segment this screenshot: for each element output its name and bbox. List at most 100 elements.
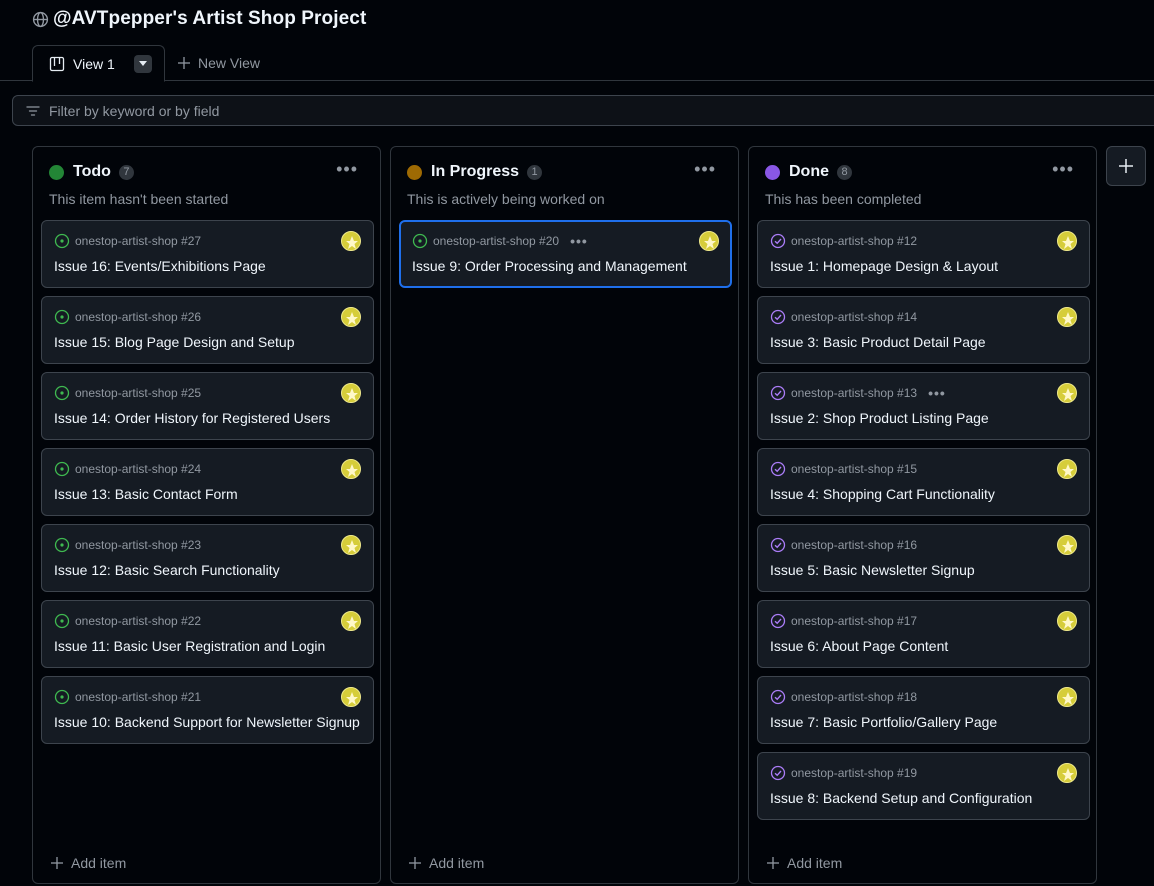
- card-title[interactable]: Issue 3: Basic Product Detail Page: [770, 334, 986, 350]
- card-title[interactable]: Issue 7: Basic Portfolio/Gallery Page: [770, 714, 997, 730]
- issue-card[interactable]: onestop-artist-shop #24 Issue 13: Basic …: [41, 448, 374, 516]
- assignee-avatar[interactable]: [1057, 231, 1077, 251]
- issue-card[interactable]: onestop-artist-shop #16 Issue 5: Basic N…: [757, 524, 1090, 592]
- view-options-button[interactable]: [133, 54, 152, 73]
- column-menu-icon[interactable]: •••: [336, 160, 358, 178]
- card-repo: onestop-artist-shop #21: [75, 690, 202, 704]
- assignee-avatar[interactable]: [1057, 459, 1077, 479]
- card-repo: onestop-artist-shop #12: [791, 234, 918, 248]
- issue-card[interactable]: onestop-artist-shop #15 Issue 4: Shoppin…: [757, 448, 1090, 516]
- tab-view-1[interactable]: View 1: [32, 45, 165, 82]
- card-title[interactable]: Issue 16: Events/Exhibitions Page: [54, 258, 266, 274]
- column-count-badge: 7: [118, 164, 134, 180]
- closed-issue-icon: [770, 765, 786, 781]
- open-issue-icon: [54, 233, 70, 249]
- issue-card[interactable]: onestop-artist-shop #14 Issue 3: Basic P…: [757, 296, 1090, 364]
- assignee-avatar[interactable]: [1057, 307, 1077, 327]
- add-item-label: Add item: [71, 855, 127, 871]
- column-header: In Progress 1 •••: [407, 160, 726, 183]
- add-item-button[interactable]: Add item: [409, 855, 484, 871]
- card-title[interactable]: Issue 5: Basic Newsletter Signup: [770, 562, 975, 578]
- assignee-avatar[interactable]: [1057, 687, 1077, 707]
- card-title[interactable]: Issue 6: About Page Content: [770, 638, 948, 654]
- column-menu-icon[interactable]: •••: [1052, 160, 1074, 178]
- card-repo: onestop-artist-shop #18: [791, 690, 918, 704]
- assignee-avatar[interactable]: [699, 231, 719, 251]
- new-view-button[interactable]: New View: [178, 55, 260, 71]
- assignee-avatar[interactable]: [341, 687, 361, 707]
- assignee-avatar[interactable]: [341, 231, 361, 251]
- page-title: @AVTpepper's Artist Shop Project: [53, 8, 367, 29]
- column-menu-icon[interactable]: •••: [694, 160, 716, 178]
- status-dot: [765, 164, 780, 180]
- assignee-avatar[interactable]: [1057, 535, 1077, 555]
- closed-issue-icon: [770, 233, 786, 249]
- card-repo: onestop-artist-shop #26: [75, 310, 202, 324]
- card-title[interactable]: Issue 12: Basic Search Functionality: [54, 562, 280, 578]
- assignee-avatar[interactable]: [1057, 611, 1077, 631]
- card-title[interactable]: Issue 10: Backend Support for Newsletter…: [54, 714, 360, 730]
- card-title[interactable]: Issue 11: Basic User Registration and Lo…: [54, 638, 325, 654]
- card-meta: onestop-artist-shop #13 •••: [770, 385, 946, 401]
- add-item-button[interactable]: Add item: [51, 855, 126, 871]
- card-meta: onestop-artist-shop #15: [770, 461, 917, 477]
- column-header: Done 8 •••: [765, 160, 1084, 183]
- issue-card[interactable]: onestop-artist-shop #21 Issue 10: Backen…: [41, 676, 374, 744]
- issue-card[interactable]: onestop-artist-shop #13 ••• Issue 2: Sho…: [757, 372, 1090, 440]
- column-description: This has been completed: [765, 191, 922, 207]
- card-menu-icon[interactable]: •••: [570, 233, 588, 249]
- card-title[interactable]: Issue 8: Backend Setup and Configuration: [770, 790, 1032, 806]
- open-issue-icon: [54, 689, 70, 705]
- column-description: This is actively being worked on: [407, 191, 605, 207]
- assignee-avatar[interactable]: [341, 459, 361, 479]
- assignee-avatar[interactable]: [341, 307, 361, 327]
- issue-card[interactable]: onestop-artist-shop #19 Issue 8: Backend…: [757, 752, 1090, 820]
- card-meta: onestop-artist-shop #24: [54, 461, 201, 477]
- card-repo: onestop-artist-shop #14: [791, 310, 918, 324]
- filter-bar: [12, 95, 1154, 126]
- card-menu-icon[interactable]: •••: [928, 385, 946, 401]
- card-title[interactable]: Issue 2: Shop Product Listing Page: [770, 410, 989, 426]
- globe-icon: [32, 11, 49, 27]
- card-meta: onestop-artist-shop #12: [770, 233, 917, 249]
- status-dot: [407, 164, 422, 180]
- card-list: onestop-artist-shop #20 ••• Issue 9: Ord…: [399, 220, 732, 296]
- issue-card[interactable]: onestop-artist-shop #12 Issue 1: Homepag…: [757, 220, 1090, 288]
- plus-icon: [51, 857, 63, 869]
- issue-card[interactable]: onestop-artist-shop #26 Issue 15: Blog P…: [41, 296, 374, 364]
- open-issue-icon: [54, 537, 70, 553]
- plus-icon: [767, 857, 779, 869]
- add-item-label: Add item: [787, 855, 843, 871]
- closed-issue-icon: [770, 689, 786, 705]
- issue-card[interactable]: onestop-artist-shop #17 Issue 6: About P…: [757, 600, 1090, 668]
- issue-card[interactable]: onestop-artist-shop #25 Issue 14: Order …: [41, 372, 374, 440]
- plus-icon: [178, 57, 190, 69]
- filter-input[interactable]: [49, 102, 449, 119]
- assignee-avatar[interactable]: [1057, 383, 1077, 403]
- card-title[interactable]: Issue 15: Blog Page Design and Setup: [54, 334, 295, 350]
- issue-card-selected[interactable]: onestop-artist-shop #20 ••• Issue 9: Ord…: [399, 220, 732, 288]
- add-column-button[interactable]: [1106, 146, 1146, 186]
- project-header: @AVTpepper's Artist Shop Project: [32, 8, 366, 30]
- assignee-avatar[interactable]: [1057, 763, 1077, 783]
- issue-card[interactable]: onestop-artist-shop #27 Issue 16: Events…: [41, 220, 374, 288]
- card-repo: onestop-artist-shop #25: [75, 386, 202, 400]
- card-title[interactable]: Issue 4: Shopping Cart Functionality: [770, 486, 995, 502]
- closed-issue-icon: [770, 613, 786, 629]
- assignee-avatar[interactable]: [341, 535, 361, 555]
- card-title[interactable]: Issue 13: Basic Contact Form: [54, 486, 238, 502]
- card-title[interactable]: Issue 1: Homepage Design & Layout: [770, 258, 998, 274]
- filter-icon: [26, 105, 40, 116]
- assignee-avatar[interactable]: [341, 383, 361, 403]
- tab-view-1-label: View 1: [73, 55, 115, 72]
- open-issue-icon: [54, 461, 70, 477]
- issue-card[interactable]: onestop-artist-shop #23 Issue 12: Basic …: [41, 524, 374, 592]
- column-done: Done 8 ••• This has been completed onest…: [748, 146, 1097, 884]
- issue-card[interactable]: onestop-artist-shop #18 Issue 7: Basic P…: [757, 676, 1090, 744]
- card-title[interactable]: Issue 9: Order Processing and Management: [412, 258, 687, 274]
- add-item-label: Add item: [429, 855, 485, 871]
- add-item-button[interactable]: Add item: [767, 855, 842, 871]
- assignee-avatar[interactable]: [341, 611, 361, 631]
- card-title[interactable]: Issue 14: Order History for Registered U…: [54, 410, 330, 426]
- issue-card[interactable]: onestop-artist-shop #22 Issue 11: Basic …: [41, 600, 374, 668]
